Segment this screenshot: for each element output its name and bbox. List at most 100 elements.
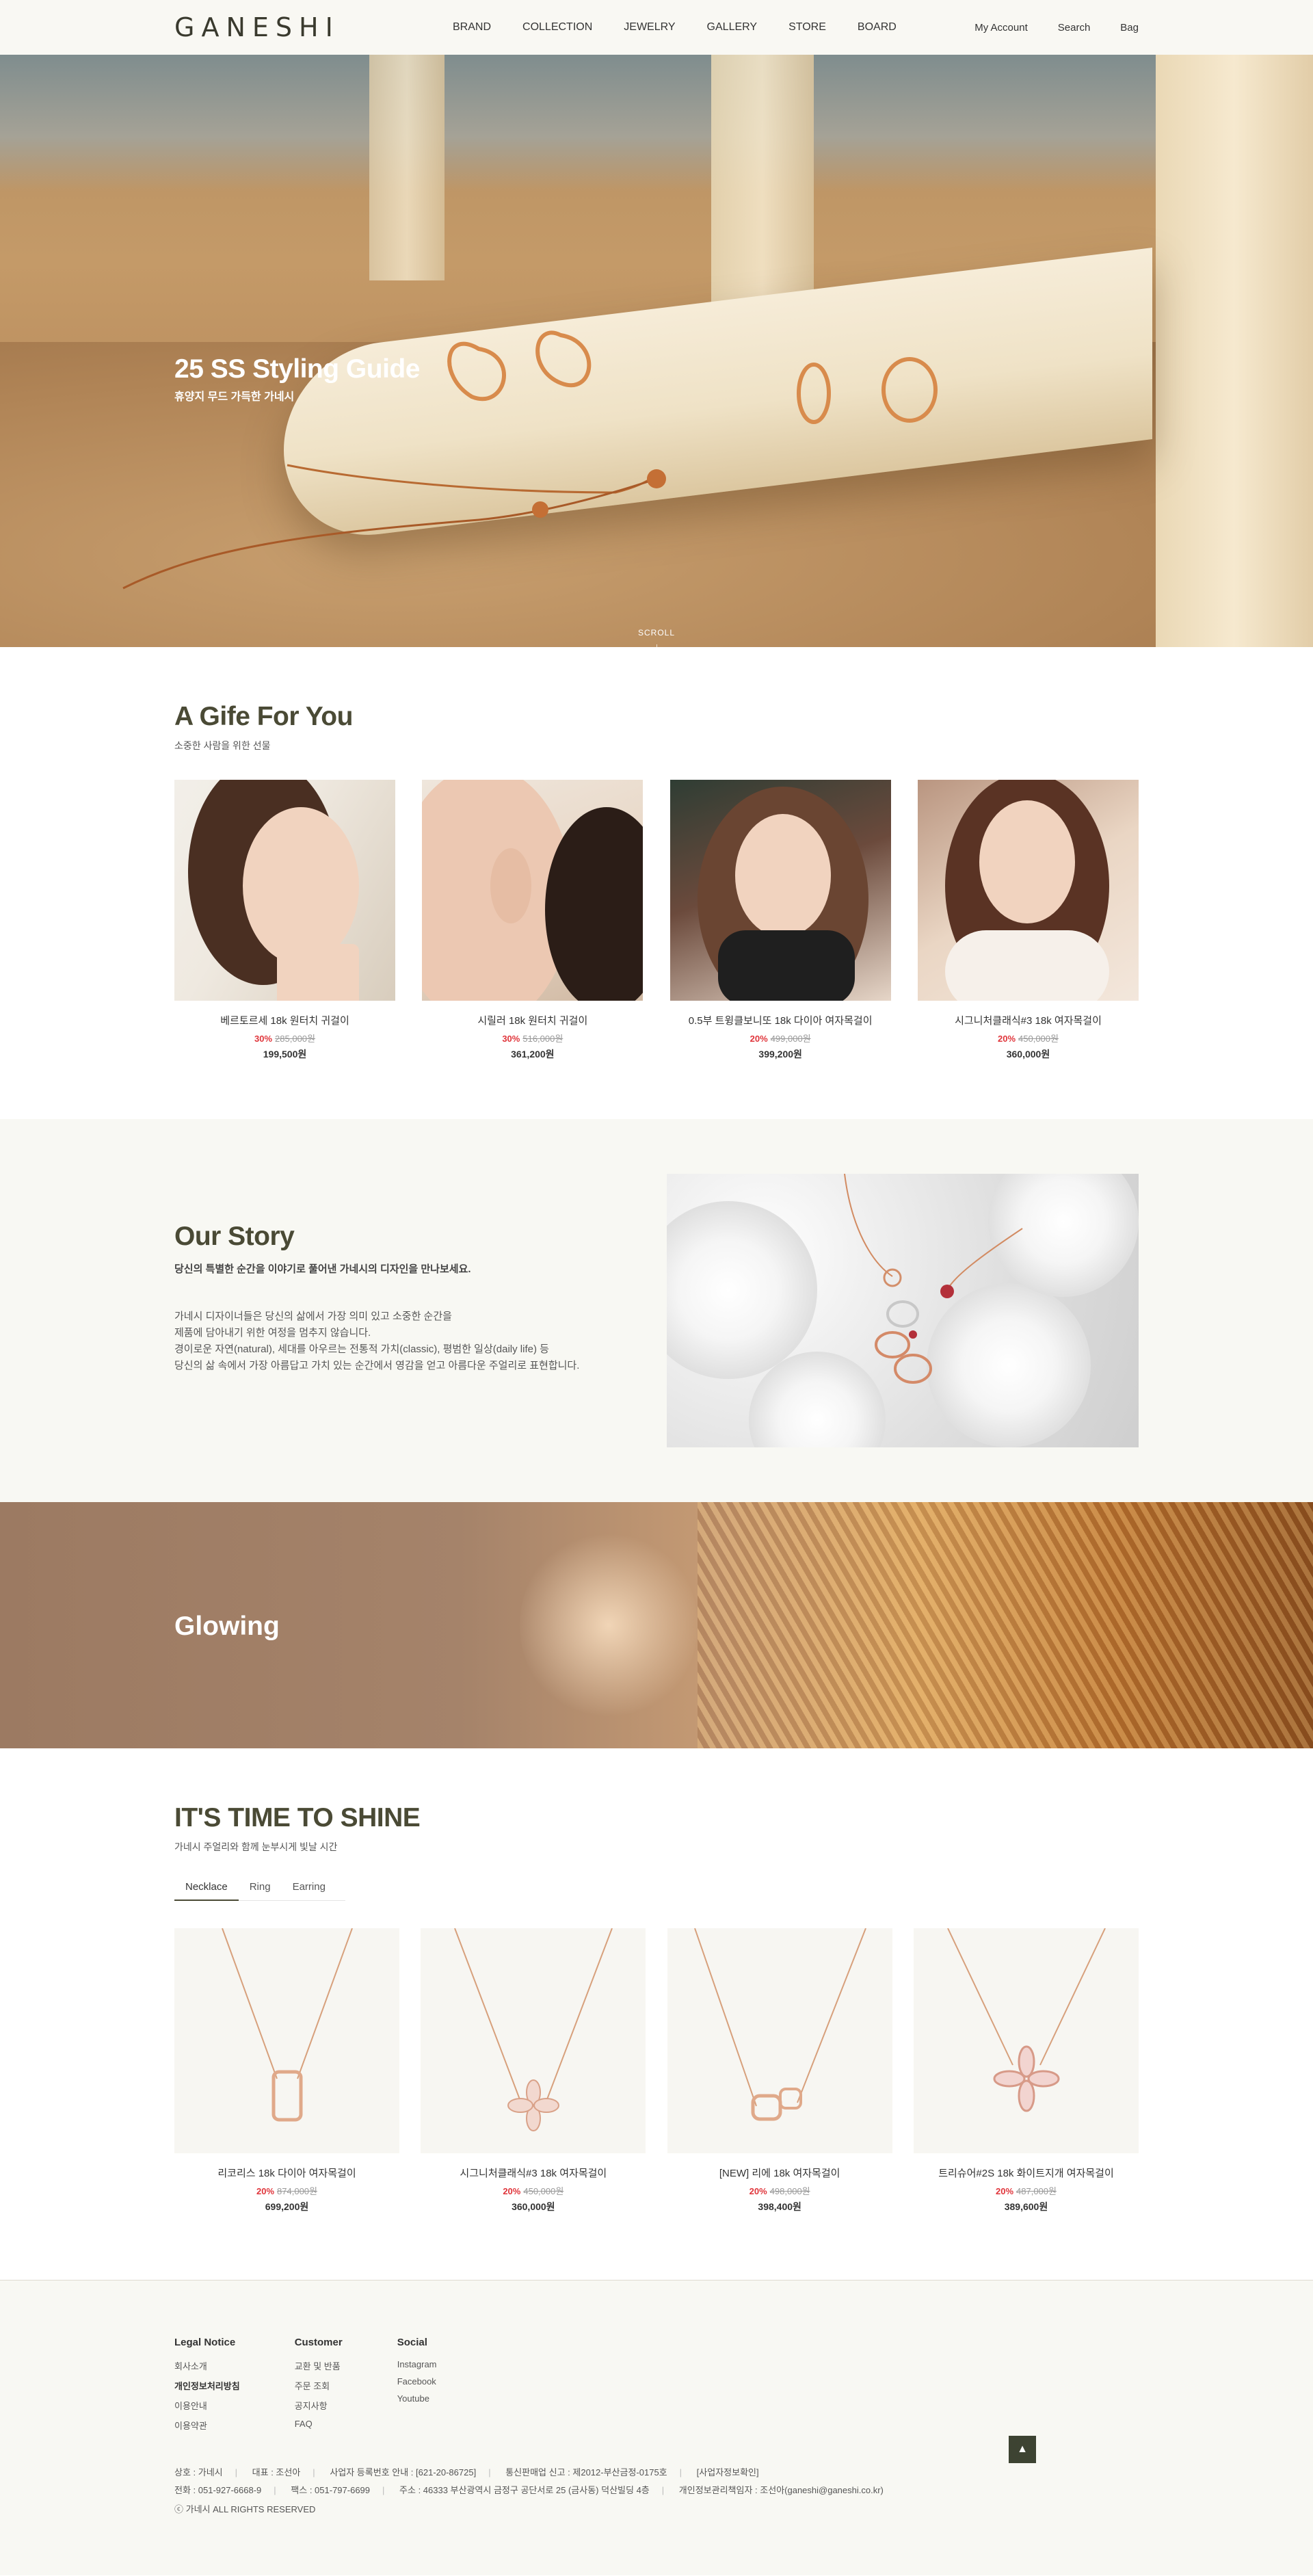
story-body: 가네시 디자이너들은 당신의 삶에서 가장 의미 있고 소중한 순간을 제품에 … (174, 1309, 612, 1374)
footer-link-terms[interactable]: 이용약관 (174, 2419, 240, 2432)
scroll-top-button[interactable]: ▲ (1009, 2436, 1036, 2463)
product-name[interactable]: 트리슈어#2S 18k 화이트지개 여자목걸이 (914, 2166, 1139, 2180)
product-name[interactable]: 시그니처클래식#3 18k 여자목걸이 (421, 2166, 646, 2180)
footer-link-instagram[interactable]: Instagram (397, 2359, 437, 2369)
footer-link-company[interactable]: 회사소개 (174, 2359, 240, 2372)
glowing-banner: Glowing (0, 1502, 1313, 1748)
hero-subtitle: 휴양지 무드 가득한 가네시 (174, 391, 295, 403)
tab-earring[interactable]: Earring (282, 1874, 336, 1900)
product-card[interactable]: 리코리스 18k 다이아 여자목걸이 20% 874,000원 699,200원 (174, 1928, 399, 2213)
sale-price: 360,000원 (512, 2201, 555, 2212)
product-price-line: 20% 874,000원 (174, 2184, 399, 2197)
discount-rate: 20% (256, 2186, 275, 2196)
original-price: 498,000원 (769, 2186, 810, 2196)
footer-link-order[interactable]: 주문 조회 (295, 2379, 343, 2392)
original-price: 487,000원 (1016, 2186, 1057, 2196)
story-line: 제품에 담아내기 위한 여정을 멈추지 않습니다. (174, 1327, 371, 1339)
product-price-line: 20% 499,000원 (670, 1031, 891, 1044)
footer-link-youtube[interactable]: Youtube (397, 2393, 437, 2404)
ceo: 대표 : 조선아 (252, 2467, 301, 2478)
main-nav: BRAND COLLECTION JEWELRY GALLERY STORE B… (453, 0, 928, 55)
product-image[interactable] (913, 1928, 1139, 2153)
product-image[interactable] (667, 1928, 892, 2153)
nav-gallery[interactable]: GALLERY (707, 21, 758, 34)
hero-title: 25 SS Styling Guide (174, 354, 420, 384)
product-image[interactable] (174, 1928, 399, 2153)
mail-order-number: 통신판매업 신고 : 제2012-부산금정-0175호 (505, 2467, 667, 2478)
product-name[interactable]: 베르토르세 18k 원터치 귀걸이 (174, 1013, 395, 1027)
product-card[interactable]: 트리슈어#2S 18k 화이트지개 여자목걸이 20% 487,000원 389,… (913, 1928, 1139, 2213)
hero-text: 25 SS Styling Guide 휴양지 무드 가득한 가네시 (174, 354, 420, 404)
gift-section: A Gife For You 소중한 사람을 위한 선물 베르토르세 18k 원… (0, 647, 1313, 1119)
hero-jewelry-illustration (122, 330, 938, 590)
product-card[interactable]: 베르토르세 18k 원터치 귀걸이 30% 285,000원 199,500원 (174, 780, 395, 1061)
product-image[interactable] (917, 780, 1139, 1001)
product-card[interactable]: 시릴러 18k 원터치 귀걸이 30% 516,000원 361,200원 (422, 780, 644, 1061)
necklace-image (454, 1928, 613, 2131)
product-image[interactable] (669, 780, 891, 1001)
separator: | (235, 2467, 238, 2478)
story-line: 당신의 삶 속에서 가장 아름답고 가치 있는 순간에서 영감을 얻고 아름다운… (174, 1360, 580, 1371)
product-card[interactable]: 0.5부 트윙클보니또 18k 다이아 여자목걸이 20% 499,000원 39… (669, 780, 891, 1061)
my-account-link[interactable]: My Account (974, 22, 1028, 34)
separator: | (661, 2485, 665, 2495)
sale-price: 361,200원 (511, 1049, 555, 1060)
image-shape (243, 807, 359, 964)
tab-necklace[interactable]: Necklace (174, 1874, 239, 1901)
company-name: 상호 : 가네시 (174, 2467, 223, 2478)
product-name[interactable]: 시그니처클래식#3 18k 여자목걸이 (918, 1013, 1139, 1027)
image-shape (717, 930, 855, 1001)
footer-link-faq[interactable]: FAQ (295, 2419, 343, 2429)
scroll-indicator[interactable]: SCROLL (638, 628, 675, 638)
product-name[interactable]: 리코리스 18k 다이아 여자목걸이 (174, 2166, 399, 2180)
nav-store[interactable]: STORE (788, 21, 826, 34)
product-image[interactable] (421, 1928, 646, 2153)
story-text: Our Story 당신의 특별한 순간을 이야기로 풀어낸 가네시의 디자인을… (174, 1222, 612, 1374)
image-shape (277, 944, 359, 1001)
copyright: ⓒ 가네시 ALL RIGHTS RESERVED (174, 2504, 316, 2514)
image-shape (490, 848, 532, 923)
product-name[interactable]: [NEW] 리에 18k 여자목걸이 (667, 2166, 892, 2180)
nav-brand[interactable]: BRAND (453, 21, 491, 34)
story-image (667, 1174, 1139, 1447)
footer-col-customer: Customer 교환 및 반품 주문 조회 공지사항 FAQ (295, 2337, 343, 2439)
gift-product-list: 베르토르세 18k 원터치 귀걸이 30% 285,000원 199,500원 시… (174, 780, 1139, 1061)
product-name[interactable]: 0.5부 트윙클보니또 18k 다이아 여자목걸이 (670, 1013, 891, 1027)
nav-board[interactable]: BOARD (858, 21, 897, 34)
nav-collection[interactable]: COLLECTION (522, 21, 592, 34)
discount-rate: 20% (750, 1034, 768, 1044)
business-info-link[interactable]: [사업자정보확인] (697, 2467, 759, 2478)
product-image[interactable] (174, 780, 395, 1001)
product-image[interactable] (422, 780, 644, 1001)
search-link[interactable]: Search (1058, 22, 1091, 34)
logo[interactable]: GANESHI (174, 12, 340, 42)
image-shape (844, 1174, 1023, 1384)
shine-title: IT'S TIME TO SHINE (174, 1803, 421, 1832)
address: 주소 : 46333 부산광역시 금정구 공단서로 25 (금사동) 덕산빌딩 … (399, 2485, 650, 2495)
image-shape (734, 814, 831, 937)
sale-price: 360,000원 (1006, 1049, 1050, 1060)
company-info-line: 상호 : 가네시 | 대표 : 조선아 | 사업자 등록번호 안내 : [621-2… (174, 2464, 884, 2482)
product-price-line: 20% 498,000원 (667, 2184, 892, 2197)
category-tabs: Necklace Ring Earring (174, 1874, 345, 1901)
footer-link-notice[interactable]: 공지사항 (295, 2399, 343, 2412)
product-price-line: 20% 450,000원 (918, 1031, 1139, 1044)
product-card[interactable]: 시그니처클래식#3 18k 여자목걸이 20% 450,000원 360,000원 (917, 780, 1139, 1061)
nav-jewelry[interactable]: JEWELRY (624, 21, 675, 34)
product-card[interactable]: 시그니처클래식#3 18k 여자목걸이 20% 450,000원 360,000원 (421, 1928, 646, 2213)
story-section: Our Story 당신의 특별한 순간을 이야기로 풀어낸 가네시의 디자인을… (0, 1119, 1313, 1502)
necklace-image (222, 1928, 353, 2122)
tab-ring[interactable]: Ring (239, 1874, 282, 1900)
image-shape (944, 930, 1109, 1001)
footer-link-guide[interactable]: 이용안내 (174, 2399, 240, 2412)
bag-link[interactable]: Bag (1120, 22, 1139, 34)
fax: 팩스 : 051-797-6699 (291, 2485, 371, 2495)
shine-subtitle: 가네시 주얼리와 함께 눈부시게 빛날 시간 (174, 1841, 338, 1852)
footer-link-facebook[interactable]: Facebook (397, 2376, 437, 2387)
product-name[interactable]: 시릴러 18k 원터치 귀걸이 (422, 1013, 643, 1027)
gift-subtitle: 소중한 사람을 위한 선물 (174, 740, 271, 751)
sale-price: 389,600원 (1004, 2201, 1048, 2212)
footer-link-privacy[interactable]: 개인정보처리방침 (174, 2379, 240, 2392)
product-card[interactable]: [NEW] 리에 18k 여자목걸이 20% 498,000원 398,400원 (667, 1928, 892, 2213)
footer-link-return[interactable]: 교환 및 반품 (295, 2359, 343, 2372)
